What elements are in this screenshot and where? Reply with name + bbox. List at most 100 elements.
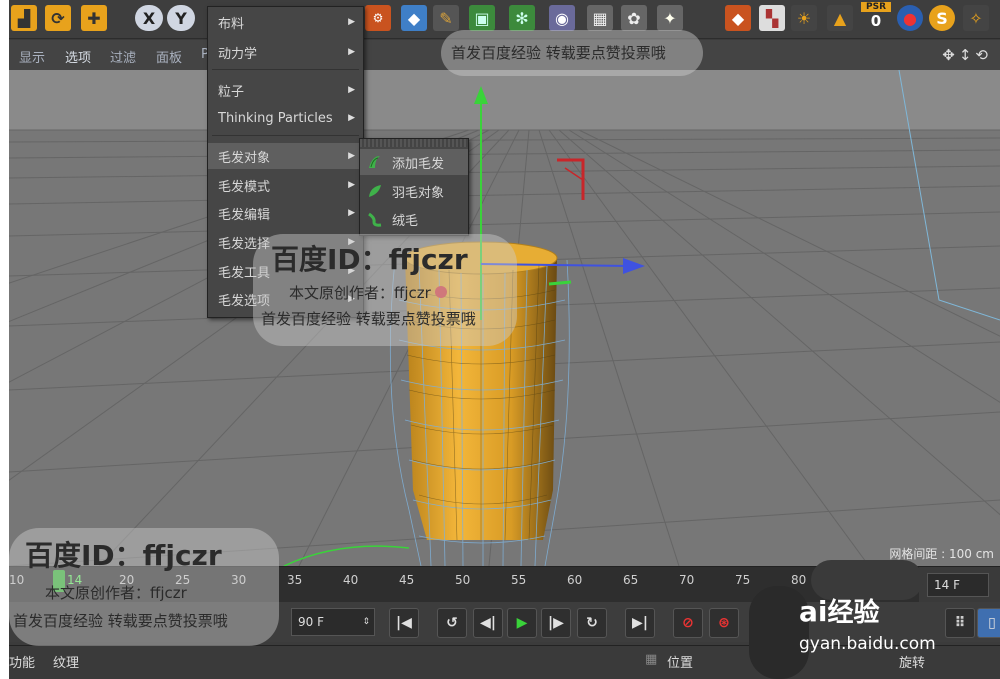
psr-value: 0 — [870, 12, 882, 30]
chevron-right-icon: ▶ — [348, 208, 355, 218]
menu-item-hair-mode[interactable]: 毛发模式 ▶ — [208, 172, 363, 198]
gear-icon[interactable]: ⚙ — [365, 5, 391, 31]
deformer-icon[interactable]: ◉ — [549, 5, 575, 31]
chevron-right-icon: ▶ — [348, 17, 355, 27]
submenu-item-add-hair[interactable]: 添加毛发 — [360, 149, 468, 175]
baidu-site-url: gyan.baidu.com — [799, 634, 936, 654]
y-axis-label: Y — [175, 8, 187, 28]
logo-prefix: ai — [799, 595, 828, 628]
x-axis-label: X — [142, 8, 156, 28]
pen-icon[interactable]: ✎ — [433, 5, 459, 31]
submenu-tearoff[interactable] — [360, 139, 468, 147]
render-region-icon[interactable]: ▚ — [759, 5, 785, 31]
go-to-end-button[interactable]: ▶| — [625, 608, 655, 638]
watermark-top: 首发百度经验 转载要点赞投票哦 — [441, 30, 703, 76]
drag-handle-icon[interactable]: ▦ — [645, 652, 657, 667]
menu-item-cloth-label: 布料 — [218, 16, 245, 32]
timeline-tick: 40 — [343, 573, 359, 587]
psr-label: PSR — [861, 2, 891, 12]
tag-icon[interactable]: ◆ — [725, 5, 751, 31]
menu-divider — [212, 135, 359, 136]
chevron-right-icon: ▶ — [348, 180, 355, 190]
next-key-button[interactable]: ↻ — [577, 608, 607, 638]
chevron-right-icon: ▶ — [348, 151, 355, 161]
menu-item-hair-objects[interactable]: 毛发对象 ▶ — [208, 143, 363, 169]
timeline-tick: 35 — [287, 573, 303, 587]
python-icon[interactable]: ● — [897, 5, 923, 31]
timeline-tick: 55 — [511, 573, 527, 587]
end-frame-field[interactable]: 90 F ⇕ — [291, 608, 375, 636]
menu-item-hair-mode-label: 毛发模式 — [218, 179, 271, 195]
auto-key-button[interactable]: ⊛ — [709, 608, 739, 638]
menu-divider — [212, 69, 359, 70]
watermark-bl-id: 百度ID：ffjczr — [25, 539, 222, 572]
camera-icon[interactable]: ✿ — [621, 5, 647, 31]
watermark-center-id: 百度ID：ffjczr — [271, 243, 468, 276]
feather-icon — [369, 185, 381, 197]
hair-objects-submenu: 添加毛发 羽毛对象 绒毛 — [359, 138, 469, 236]
timeline-tick: 60 — [567, 573, 583, 587]
submenu-item-feather[interactable]: 羽毛对象 — [360, 178, 468, 204]
chevron-right-icon: ▶ — [348, 47, 355, 57]
timeline-tick: 80 — [791, 573, 807, 587]
light-icon[interactable]: ✦ — [657, 5, 683, 31]
watermark-bl-author: 本文原创作者：ffjczr — [45, 584, 187, 602]
prev-key-button[interactable]: ↺ — [437, 608, 467, 638]
environment-icon[interactable]: ▦ — [587, 5, 613, 31]
tab-texture[interactable]: 纹理 — [53, 652, 79, 671]
menu-item-hair-objects-label: 毛发对象 — [218, 150, 271, 166]
move-tool-icon[interactable]: ✚ — [81, 5, 107, 31]
y-axis-button[interactable]: Y — [167, 5, 195, 31]
expand-icon[interactable]: ✧ — [963, 5, 989, 31]
watermark-bottom-left: 百度ID：ffjczr 本文原创作者：ffjczr 首发百度经验 转载要点赞投票… — [9, 528, 279, 646]
timeline-tick: 65 — [623, 573, 639, 587]
watermark-center-line: 首发百度经验 转载要点赞投票哦 — [261, 310, 476, 328]
array-icon[interactable]: ✻ — [509, 5, 535, 31]
warning-sort-icon[interactable]: ▲ — [827, 5, 853, 31]
tab-function[interactable]: 功能 — [9, 652, 35, 671]
menu-item-hair-edit-label: 毛发编辑 — [218, 207, 271, 223]
chevron-right-icon: ▶ — [348, 85, 355, 95]
submenu-item-fur-label: 绒毛 — [392, 213, 419, 229]
menu-item-hair-edit[interactable]: 毛发编辑 ▶ — [208, 200, 363, 226]
record-key-button[interactable]: ⊘ — [673, 608, 703, 638]
submenu-item-fur[interactable]: 绒毛 — [360, 206, 468, 232]
menu-options[interactable]: 选项 — [65, 47, 91, 66]
menu-filter[interactable]: 过滤 — [110, 47, 136, 66]
rotate-tool-icon[interactable]: ⟳ — [45, 5, 71, 31]
fur-icon — [368, 212, 382, 227]
add-hair-icon — [369, 156, 380, 168]
cube-icon[interactable]: ◆ — [401, 5, 427, 31]
bulb-sort-icon[interactable]: ☀ — [791, 5, 817, 31]
timeline-tick: 70 — [679, 573, 695, 587]
step-back-button[interactable]: ◀| — [473, 608, 503, 638]
menu-item-dynamics[interactable]: 动力学 ▶ — [208, 39, 363, 65]
menu-item-cloth[interactable]: 布料 ▶ — [208, 9, 363, 35]
current-frame-value: 14 F — [934, 578, 960, 592]
model-mode-icon[interactable]: ▟ — [11, 5, 37, 31]
stepper-arrows-icon[interactable]: ⇕ — [362, 617, 370, 627]
play-button[interactable]: ▶ — [507, 608, 537, 638]
grid-menu-icon[interactable]: ⠿ — [945, 608, 975, 638]
menu-item-particles[interactable]: 粒子 ▶ — [208, 77, 363, 103]
watermark-center: 百度ID：ffjczr 本文原创作者：ffjczr 首发百度经验 转载要点赞投票… — [253, 234, 517, 346]
watermark-top-text: 首发百度经验 转载要点赞投票哦 — [451, 44, 666, 62]
viewport-nav-icons[interactable]: ✥↕⟲ — [942, 46, 992, 64]
baidu-jingyan-logo: ai经验 — [799, 592, 949, 632]
menu-item-thinking-particles[interactable]: Thinking Particles ▶ — [208, 105, 363, 131]
timeline-tick: 45 — [399, 573, 415, 587]
go-to-start-button[interactable]: |◀ — [389, 608, 419, 638]
step-forward-button[interactable]: |▶ — [541, 608, 571, 638]
subdivision-icon[interactable]: ▣ — [469, 5, 495, 31]
menu-item-thinking-particles-label: Thinking Particles — [218, 110, 333, 126]
menu-display[interactable]: 显示 — [19, 47, 45, 66]
position-label: 位置 — [667, 656, 694, 671]
psr-counter: PSR 0 — [861, 2, 891, 36]
menu-panel[interactable]: 面板 — [156, 47, 182, 66]
x-axis-button[interactable]: X — [135, 5, 163, 31]
watermark-bl-line: 首发百度经验 转载要点赞投票哦 — [13, 612, 228, 630]
submenu-item-add-hair-label: 添加毛发 — [392, 156, 445, 172]
s-plugin-icon[interactable]: S — [929, 5, 955, 31]
layout-toggle-icon[interactable]: ▯ — [977, 608, 1000, 638]
menu-item-particles-label: 粒子 — [218, 84, 245, 100]
